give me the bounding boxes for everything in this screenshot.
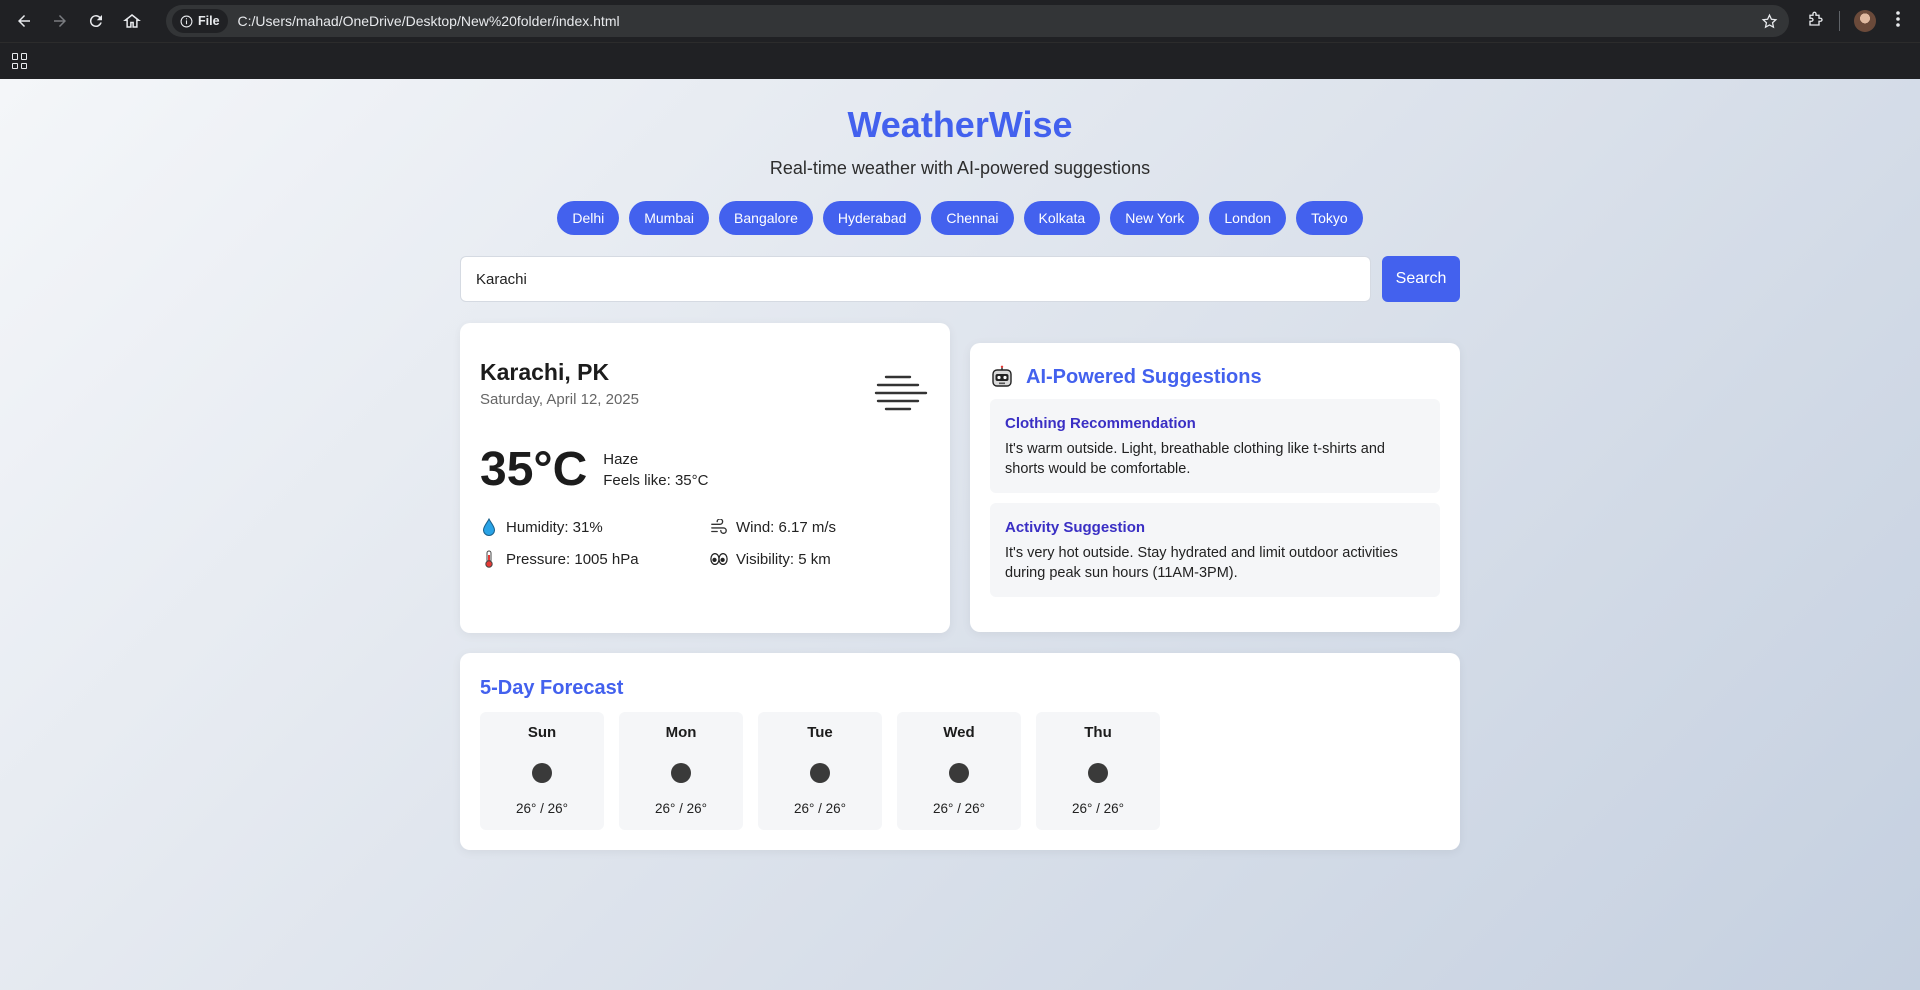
reload-button[interactable] [80,5,112,37]
search-row: Search [460,256,1460,302]
humidity-value: Humidity: 31% [506,518,603,536]
city-quick-select: Delhi Mumbai Bangalore Hyderabad Chennai… [460,201,1460,235]
forecast-weather-icon [671,763,691,783]
eyes-icon [710,550,728,568]
browser-toolbar: File C:/Users/mahad/OneDrive/Desktop/New… [0,0,1920,42]
forecast-temps: 26° / 26° [1071,801,1125,816]
droplet-icon [480,518,498,536]
app-subtitle: Real-time weather with AI-powered sugges… [769,158,1151,178]
pressure-value: Pressure: 1005 hPa [506,550,639,568]
suggestion-text: It's warm outside. Light, breathable clo… [1005,441,1385,477]
star-icon [1761,13,1777,28]
feels-like: Feels like: 35°C [603,472,709,489]
forecast-day: Sun 26° / 26° [480,712,604,830]
forecast-day-name: Thu [1084,724,1112,741]
location-name: Karachi, PK [480,359,610,385]
suggestion-activity: Activity Suggestion It's very hot outsid… [990,503,1440,597]
kebab-menu-icon [1896,10,1900,27]
forward-button[interactable] [44,5,76,37]
home-button[interactable] [116,5,148,37]
forecast-temps: 26° / 26° [793,801,847,816]
menu-button[interactable] [1890,10,1906,33]
robot-icon [992,365,1012,387]
city-button-london[interactable]: London [1209,201,1287,235]
suggestion-title: Activity Suggestion [1005,519,1146,536]
city-button-hyderabad[interactable]: Hyderabad [822,201,922,235]
home-icon [123,14,141,28]
forecast-temps: 26° / 26° [515,801,569,816]
visibility-value: Visibility: 5 km [736,550,831,568]
forecast-weather-icon [810,763,830,783]
forecast-temps: 26° / 26° [932,801,986,816]
forecast-day: Thu 26° / 26° [1036,712,1160,830]
weather-condition: Haze [603,451,639,468]
search-button[interactable]: Search [1382,256,1460,302]
info-icon [180,15,193,27]
address-bar[interactable]: File C:/Users/mahad/OneDrive/Desktop/New… [166,5,1789,37]
haze-icon [874,375,928,411]
forecast-day-name: Tue [807,724,833,741]
forecast-day-name: Mon [665,724,697,741]
current-weather-card: Karachi, PK Saturday, April 12, 2025 35°… [460,323,950,633]
city-search-input[interactable] [460,256,1371,302]
suggestion-clothing: Clothing Recommendation It's warm outsid… [990,399,1440,493]
forecast-weather-icon [1088,763,1108,783]
forecast-day: Tue 26° / 26° [758,712,882,830]
app-title: WeatherWise [847,104,1073,145]
forecast-weather-icon [532,763,552,783]
forecast-card: 5-Day Forecast Sun 26° / 26° Mon 26° / 2… [460,653,1460,850]
url-text[interactable]: C:/Users/mahad/OneDrive/Desktop/New%20fo… [238,13,620,29]
forecast-day-name: Wed [943,724,975,741]
city-button-mumbai[interactable]: Mumbai [629,201,710,235]
suggestion-title: Clothing Recommendation [1005,415,1196,432]
arrow-right-icon [54,15,66,27]
forecast-day: Wed 26° / 26° [897,712,1021,830]
ai-suggestions-title: AI-Powered Suggestions [1026,365,1262,388]
back-button[interactable] [8,5,40,37]
current-date: Saturday, April 12, 2025 [480,391,639,408]
reload-icon [89,15,102,28]
site-info-chip[interactable]: File [172,9,228,33]
forecast-day: Mon 26° / 26° [619,712,743,830]
city-button-new-york[interactable]: New York [1110,201,1200,235]
weather-details: Humidity: 31% Wind: 6.17 m/s Pressure: 1… [480,518,930,568]
forecast-title: 5-Day Forecast [480,677,624,699]
city-button-bangalore[interactable]: Bangalore [719,201,813,235]
toolbar-divider [1839,11,1840,31]
thermometer-icon [480,550,498,568]
page-background: WeatherWise Real-time weather with AI-po… [0,79,1920,990]
arrow-left-icon [18,15,30,27]
forecast-weather-icon [949,763,969,783]
city-button-tokyo[interactable]: Tokyo [1296,201,1363,235]
file-label: File [198,14,220,28]
ai-suggestions-card: AI-Powered Suggestions Clothing Recommen… [970,343,1460,632]
current-temperature: 35°C [480,443,588,496]
city-button-chennai[interactable]: Chennai [931,201,1014,235]
city-button-kolkata[interactable]: Kolkata [1023,201,1101,235]
wind-icon [710,518,728,536]
bookmark-star-button[interactable] [1755,7,1783,35]
forecast-temps: 26° / 26° [654,801,708,816]
puzzle-icon [1809,11,1823,26]
forecast-day-name: Sun [527,724,557,741]
bookmarks-bar [0,42,1920,79]
city-button-delhi[interactable]: Delhi [557,201,620,235]
wind-value: Wind: 6.17 m/s [736,518,837,536]
extensions-button[interactable] [1807,10,1825,33]
profile-avatar[interactable] [1854,10,1876,32]
suggestion-text: It's very hot outside. Stay hydrated and… [1005,545,1398,581]
apps-grid-icon[interactable] [12,53,28,69]
